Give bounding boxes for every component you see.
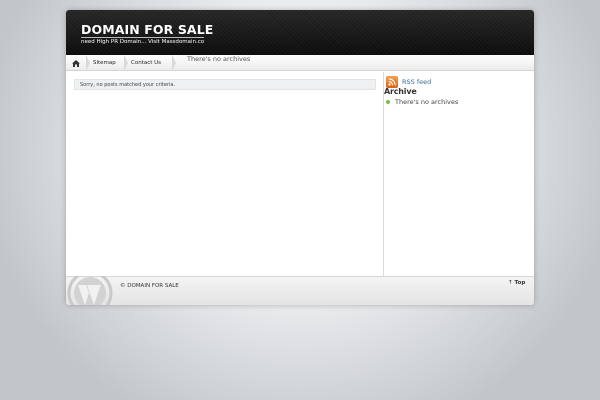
archive-list-item: There's no archives (386, 98, 458, 106)
top-link-label: Top (514, 280, 526, 286)
nav-item-label: Contact Us (131, 60, 162, 66)
nav-item-contact-us[interactable]: Contact Us (126, 55, 176, 71)
archive-page-title: There's no archives (187, 55, 251, 63)
nav-item-label: Sitemap (93, 60, 116, 66)
bullet-icon (386, 100, 390, 104)
navigation-bar: Sitemap Contact Us There's no archives (66, 55, 534, 71)
site-footer: © DOMAIN FOR SALE ⇡ Top (66, 276, 534, 305)
archive-heading: Archive (384, 87, 417, 96)
rss-feed-label: RSS feed (402, 78, 432, 86)
back-to-top-link[interactable]: ⇡ Top (508, 280, 525, 286)
page-container: DOMAIN FOR SALE need High PR Domain... V… (66, 10, 534, 305)
wordpress-logo-icon (66, 276, 114, 305)
home-icon (72, 59, 80, 67)
arrow-up-icon: ⇡ (508, 280, 513, 286)
nav-item-sitemap[interactable]: Sitemap (90, 55, 128, 71)
footer-copyright: © DOMAIN FOR SALE (120, 283, 179, 289)
site-header: DOMAIN FOR SALE need High PR Domain... V… (66, 10, 534, 55)
site-tagline: need High PR Domain... Visit Massdomain.… (81, 37, 205, 45)
nav-home-button[interactable] (66, 55, 90, 71)
no-posts-message: Sorry, no posts matched your criteria. (74, 79, 376, 90)
nav-separator (172, 55, 176, 71)
archive-item-text: There's no archives (395, 98, 459, 106)
sidebar-divider (383, 72, 384, 276)
site-title[interactable]: DOMAIN FOR SALE (81, 22, 213, 37)
